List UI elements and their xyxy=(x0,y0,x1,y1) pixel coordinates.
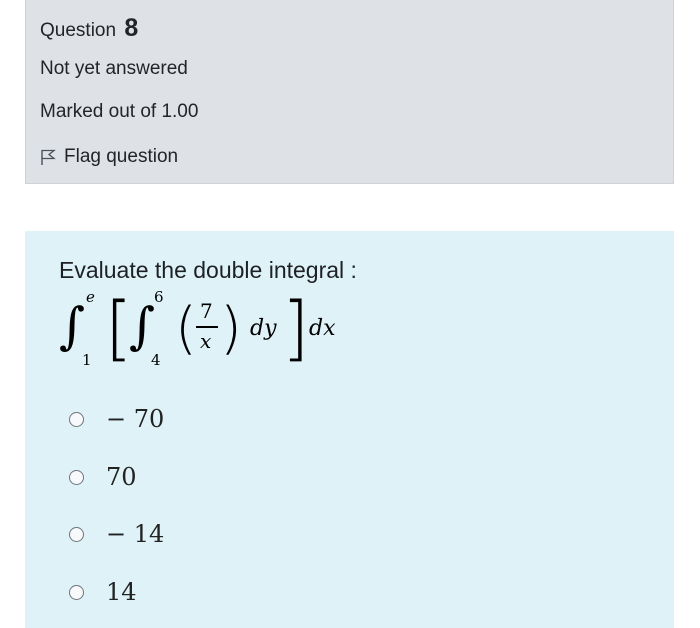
inner-upper-limit: 6 xyxy=(154,288,164,306)
answer-option-4[interactable]: 14 xyxy=(69,572,137,612)
outer-upper-limit: e xyxy=(86,288,95,306)
question-number: Question 8 xyxy=(40,14,138,43)
flag-icon xyxy=(41,149,56,165)
question-info-panel: Question 8 Not yet answered Marked out o… xyxy=(25,0,674,184)
flag-question-link[interactable]: Flag question xyxy=(40,146,178,168)
question-word: Question xyxy=(40,20,117,41)
answer-option-1[interactable]: − 70 xyxy=(69,399,164,439)
question-state: Not yet answered xyxy=(40,58,188,79)
answer-option-2[interactable]: 70 xyxy=(69,457,137,497)
answer-label: − 14 xyxy=(106,520,165,548)
answer-label: 70 xyxy=(106,463,137,491)
double-integral-expression: ∫ e 1 [ ∫ 6 4 ( 7 x ) dy ] dx xyxy=(55,285,375,377)
outer-differential: dx xyxy=(309,316,336,341)
radio-button[interactable] xyxy=(69,584,84,600)
right-paren: ) xyxy=(220,296,242,361)
radio-button[interactable] xyxy=(69,469,84,485)
radio-button[interactable] xyxy=(69,411,84,427)
outer-lower-limit: 1 xyxy=(82,351,92,369)
answer-label: − 70 xyxy=(106,405,165,433)
fraction-numerator: 7 xyxy=(200,299,213,323)
answer-label: 14 xyxy=(106,578,137,606)
left-paren: ( xyxy=(175,296,197,361)
question-formulation: Evaluate the double integral : ∫ e 1 [ ∫… xyxy=(25,231,674,628)
flag-question-label: Flag question xyxy=(64,146,179,167)
question-number-value: 8 xyxy=(124,14,139,42)
inner-lower-limit: 4 xyxy=(151,351,161,369)
inner-integral-sign: ∫ xyxy=(129,297,156,355)
outer-integral-sign: ∫ xyxy=(59,297,86,355)
fraction-bar xyxy=(196,326,218,328)
fraction-denominator: x xyxy=(200,329,212,353)
question-text: Evaluate the double integral : xyxy=(59,257,357,283)
inner-differential: dy xyxy=(250,316,277,341)
question-grade: Marked out of 1.00 xyxy=(40,101,199,122)
radio-button[interactable] xyxy=(69,526,84,542)
right-bracket: ] xyxy=(282,287,310,369)
answer-option-3[interactable]: − 14 xyxy=(69,514,164,554)
